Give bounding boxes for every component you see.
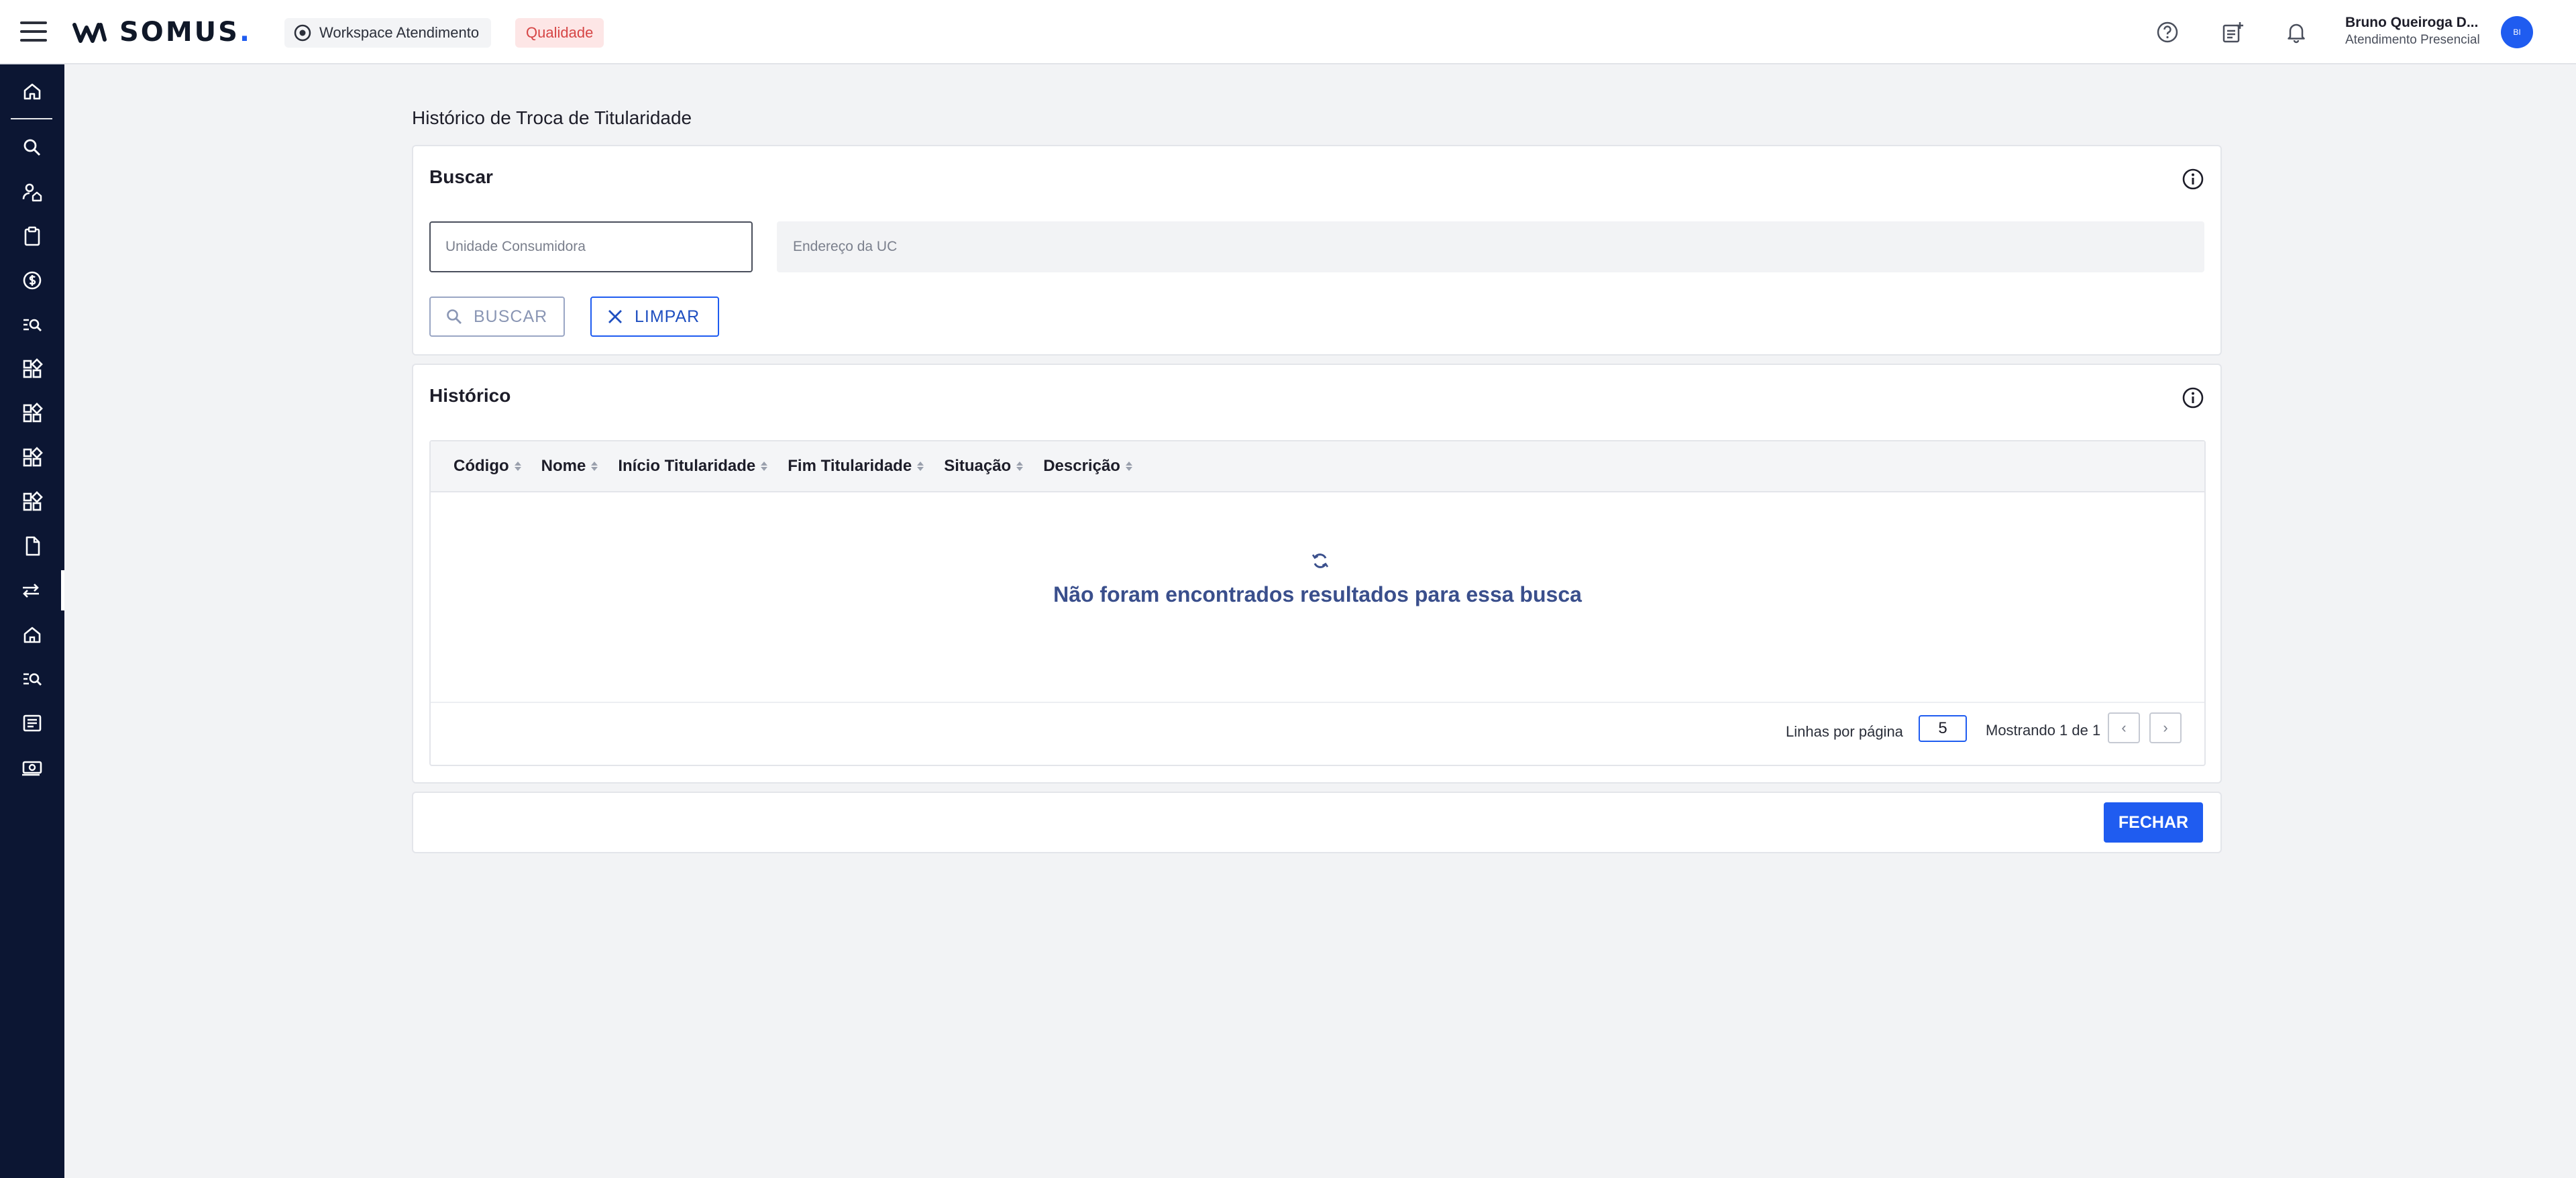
- grid-plus-icon: [23, 358, 43, 378]
- sort-icon: [1125, 462, 1132, 471]
- column-header-description[interactable]: Descrição: [1043, 457, 1132, 476]
- sidebar-item-apps-4[interactable]: [0, 482, 64, 522]
- history-card: Histórico Código Nome Início Titularidad…: [412, 364, 2222, 784]
- rows-per-page-select[interactable]: 5: [1919, 715, 1967, 742]
- brand-logo[interactable]: SOMUS.: [72, 16, 252, 48]
- list-search-icon: [23, 319, 42, 331]
- sidebar-item-search[interactable]: [0, 127, 64, 168]
- sidebar-item-list-search-2[interactable]: [0, 659, 64, 699]
- next-page-button[interactable]: ›: [2149, 712, 2182, 743]
- column-header-status[interactable]: Situação: [944, 457, 1024, 476]
- sidebar: [0, 64, 64, 1178]
- sidebar-item-customer[interactable]: [0, 172, 64, 212]
- workspace-label: Workspace Atendimento: [319, 24, 480, 41]
- info-icon[interactable]: [2182, 168, 2204, 191]
- receipt-icon: [23, 714, 42, 732]
- history-card-title: Histórico: [429, 385, 511, 406]
- info-icon[interactable]: [2182, 386, 2204, 409]
- sidebar-item-ownership-change[interactable]: [0, 570, 64, 610]
- sidebar-item-property[interactable]: [0, 614, 64, 655]
- sidebar-item-payments[interactable]: [0, 747, 64, 788]
- sidebar-item-apps-1[interactable]: [0, 349, 64, 389]
- clipboard-icon: [24, 226, 40, 246]
- bell-icon[interactable]: [2284, 20, 2308, 44]
- sidebar-item-apps-3[interactable]: [0, 437, 64, 478]
- sidebar-item-list-search[interactable]: [0, 305, 64, 345]
- grid-plus-icon: [23, 447, 43, 467]
- sidebar-item-billing[interactable]: [0, 260, 64, 301]
- environment-badge: Qualidade: [515, 18, 604, 48]
- sort-icon: [591, 462, 598, 471]
- workspace-selector[interactable]: Workspace Atendimento: [284, 18, 492, 48]
- home-icon: [23, 83, 41, 100]
- clear-button-label: LIMPAR: [635, 307, 700, 326]
- empty-state-message: Não foram encontrados resultados para es…: [1053, 582, 1582, 606]
- previous-page-button[interactable]: ‹: [2108, 712, 2140, 743]
- menu-icon[interactable]: [20, 21, 47, 43]
- sidebar-item-receipts[interactable]: [0, 703, 64, 743]
- search-card-title: Buscar: [429, 166, 493, 187]
- sidebar-item-home[interactable]: [0, 71, 64, 111]
- swap-icon: [22, 584, 39, 598]
- help-icon[interactable]: [2155, 20, 2180, 44]
- column-header-start[interactable]: Início Titularidade: [618, 457, 768, 476]
- search-icon: [23, 139, 41, 156]
- home-icon: [23, 627, 41, 643]
- rows-per-page-label: Linhas por página: [1786, 723, 1903, 740]
- column-header-end[interactable]: Fim Titularidade: [788, 457, 924, 476]
- grid-plus-icon: [23, 403, 43, 423]
- sidebar-divider: [11, 118, 52, 119]
- consumer-unit-input[interactable]: [429, 221, 753, 272]
- table-header: Código Nome Início Titularidade Fim Titu…: [431, 441, 2204, 492]
- money-icon: [22, 761, 42, 776]
- list-search-icon: [23, 673, 42, 686]
- user-info[interactable]: Bruno Queiroga D... Atendimento Presenci…: [2345, 15, 2480, 48]
- user-house-icon: [22, 183, 42, 202]
- eye-icon: [294, 24, 311, 42]
- refresh-icon: [1311, 553, 1329, 568]
- close-button[interactable]: FECHAR: [2104, 802, 2203, 843]
- user-role: Atendimento Presencial: [2345, 33, 2480, 47]
- history-table: Código Nome Início Titularidade Fim Titu…: [429, 440, 2206, 766]
- add-note-icon[interactable]: [2220, 20, 2245, 44]
- brand-name: SOMUS.: [119, 17, 252, 48]
- close-icon: [608, 310, 622, 323]
- search-icon: [447, 309, 462, 324]
- sort-icon: [761, 462, 768, 471]
- clear-button[interactable]: LIMPAR: [590, 297, 719, 337]
- table-footer-divider: [431, 702, 2204, 703]
- sidebar-item-apps-2[interactable]: [0, 393, 64, 433]
- pagination-status: Mostrando 1 de 1: [1986, 722, 2101, 739]
- search-card: Buscar BUSCAR LIMPAR: [412, 145, 2222, 356]
- grid-plus-icon: [23, 491, 43, 511]
- document-icon: [25, 536, 40, 556]
- column-header-code[interactable]: Código: [453, 457, 521, 476]
- user-name: Bruno Queiroga D...: [2345, 15, 2479, 30]
- actions-card: [412, 792, 2222, 853]
- sort-icon: [1016, 462, 1024, 471]
- page-title: Histórico de Troca de Titularidade: [412, 107, 692, 128]
- dollar-icon: [23, 271, 42, 290]
- top-bar: SOMUS. Workspace Atendimento Qualidade B…: [0, 0, 2576, 64]
- sort-icon: [917, 462, 924, 471]
- avatar[interactable]: BI: [2501, 16, 2533, 48]
- sidebar-item-clipboard[interactable]: [0, 216, 64, 256]
- sort-icon: [514, 462, 521, 471]
- sidebar-item-documents[interactable]: [0, 526, 64, 566]
- search-button[interactable]: BUSCAR: [429, 297, 565, 337]
- column-header-name[interactable]: Nome: [541, 457, 598, 476]
- uc-address-input[interactable]: [777, 221, 2204, 272]
- search-button-label: BUSCAR: [474, 307, 548, 326]
- logo-mark-icon: [72, 23, 107, 43]
